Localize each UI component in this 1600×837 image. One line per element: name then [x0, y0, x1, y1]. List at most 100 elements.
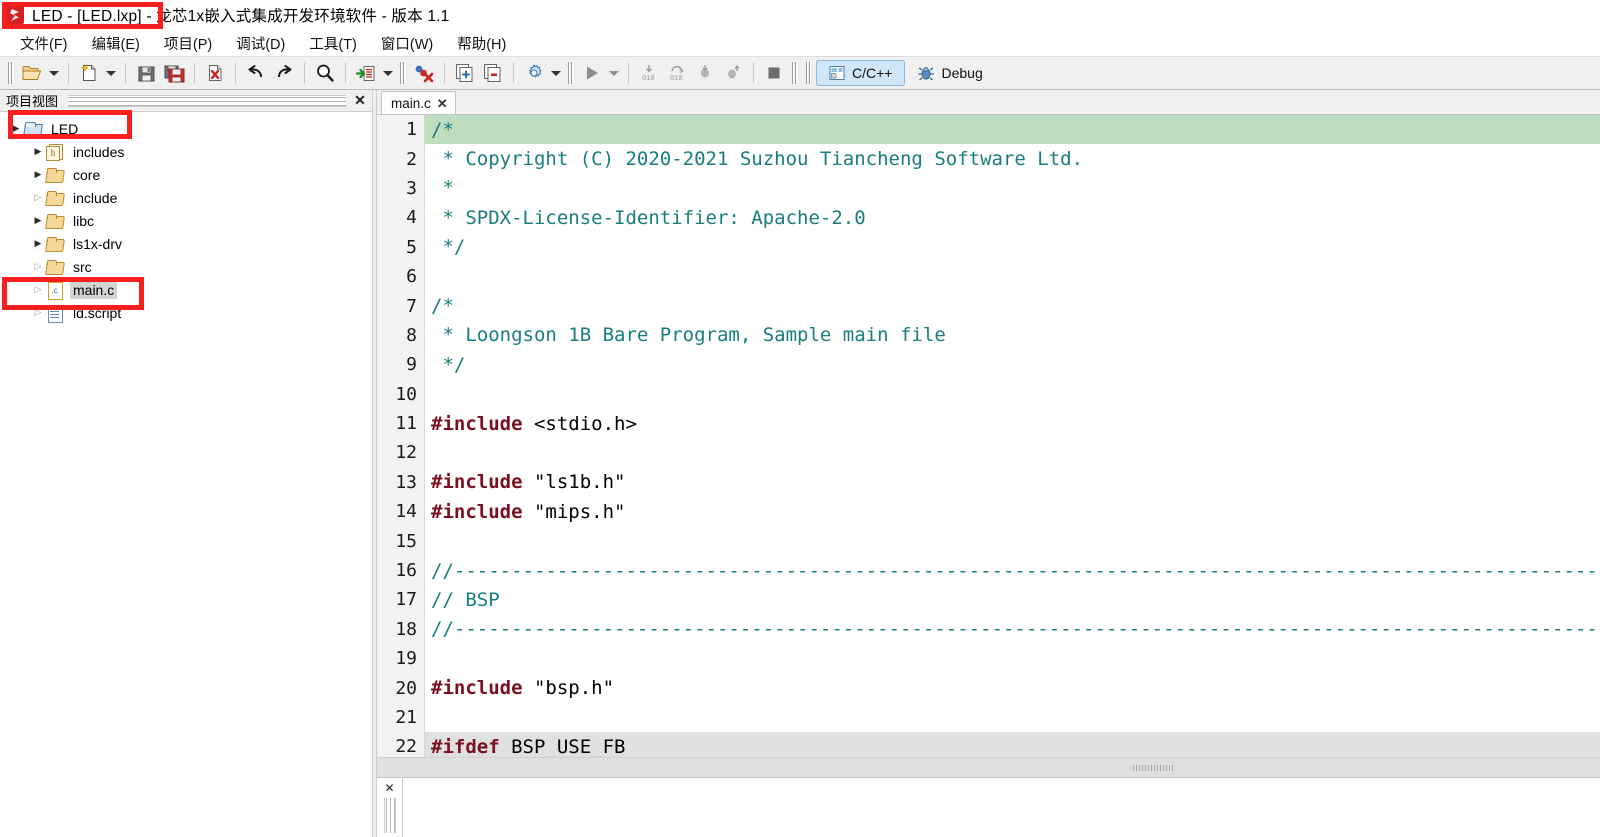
code-line[interactable]: 15 — [377, 526, 1600, 556]
save-icon[interactable] — [132, 60, 160, 86]
code-line-text[interactable] — [425, 644, 1600, 673]
code-line-text[interactable]: #ifdef BSP_USE_FB — [425, 732, 1600, 757]
code-line[interactable]: 4 * SPDX-License-Identifier: Apache-2.0 — [377, 203, 1600, 233]
code-line-text[interactable]: #include "bsp.h" — [425, 673, 1600, 702]
perspective-debug[interactable]: Debug — [905, 60, 994, 86]
console-panel-close-icon[interactable]: ✕ — [378, 778, 402, 798]
code-line[interactable]: 13 #include "ls1b.h" — [377, 467, 1600, 498]
run-icon[interactable] — [578, 60, 606, 86]
code-line[interactable]: 11 #include <stdio.h> — [377, 408, 1600, 439]
code-line[interactable]: 21 — [377, 702, 1600, 733]
new-file-dropdown-icon[interactable] — [103, 60, 119, 86]
step-into-icon[interactable]: 010 — [635, 60, 663, 86]
toolbar-grip[interactable] — [399, 62, 407, 84]
new-file-icon[interactable] — [75, 60, 103, 86]
tree-item-main-c[interactable]: ▷ main.c — [0, 278, 372, 301]
project-panel-close-icon[interactable]: ✕ — [352, 92, 368, 109]
step-over-icon[interactable]: 010 — [663, 60, 691, 86]
tree-item-core[interactable]: ▶ core — [0, 163, 372, 186]
redo-icon[interactable] — [270, 60, 298, 86]
code-line-text[interactable] — [425, 262, 1600, 291]
menu-tools[interactable]: 工具(T) — [297, 31, 369, 56]
code-editor[interactable]: 1 /* 2 * Copyright (C) 2020-2021 Suzhou Ti… — [377, 114, 1600, 777]
code-line[interactable]: 6 — [377, 261, 1600, 292]
expander-hollow-icon[interactable]: ▷ — [30, 278, 46, 301]
project-panel-drag-rails[interactable] — [68, 94, 346, 107]
code-line-text[interactable]: */ — [425, 350, 1600, 379]
code-line-text[interactable]: #include "ls1b.h" — [425, 468, 1600, 497]
import-dropdown-icon[interactable] — [380, 60, 396, 86]
code-line[interactable]: 3 * — [377, 173, 1600, 204]
expander-filled-icon[interactable]: ▶ — [8, 117, 24, 140]
code-line-text[interactable]: // BSP — [425, 585, 1600, 614]
editor-tab-close-icon[interactable]: ✕ — [437, 97, 448, 110]
import-icon[interactable] — [352, 60, 380, 86]
console-panel-drag-rails[interactable] — [383, 798, 396, 833]
code-line[interactable]: 19 — [377, 644, 1600, 674]
code-line-text[interactable]: /* — [425, 291, 1600, 320]
perspective-cpp[interactable]: c C/C++ — [816, 60, 906, 86]
tree-item-led[interactable]: ▶ LED — [0, 117, 372, 140]
expander-filled-icon[interactable]: ▶ — [30, 163, 46, 186]
tree-item-ld-script[interactable]: ▷ ld.script — [0, 301, 372, 324]
code-line-text[interactable]: * Loongson 1B Bare Program, Sample main … — [425, 321, 1600, 350]
code-line[interactable]: 16 //------------------------------------… — [377, 555, 1600, 586]
code-line[interactable]: 10 — [377, 379, 1600, 409]
toolbar-grip[interactable] — [567, 62, 575, 84]
code-line[interactable]: 5 */ — [377, 232, 1600, 262]
code-line[interactable]: 18 //------------------------------------… — [377, 614, 1600, 645]
remove-breakpoints-icon[interactable] — [410, 60, 438, 86]
code-line[interactable]: 8 * Loongson 1B Bare Program, Sample mai… — [377, 320, 1600, 351]
code-line[interactable]: 1 /* — [377, 115, 1600, 145]
code-line-text[interactable]: */ — [425, 233, 1600, 262]
project-tree[interactable]: ▶ LED ▶ includes ▶ core ▷ include ▶ libc ▶ ls1x-drv… — [0, 112, 372, 837]
code-line-text[interactable]: * Copyright (C) 2020-2021 Suzhou Tianche… — [425, 144, 1600, 173]
editor-horizontal-scrollbar[interactable] — [377, 757, 1600, 777]
menu-project[interactable]: 项目(P) — [152, 31, 224, 56]
toolbar-grip[interactable] — [7, 62, 15, 84]
remove-file-icon[interactable] — [479, 60, 507, 86]
code-line[interactable]: 20 #include "bsp.h" — [377, 673, 1600, 703]
menu-edit[interactable]: 编辑(E) — [80, 31, 152, 56]
tree-item-src[interactable]: ▷ src — [0, 255, 372, 278]
code-line-text[interactable] — [425, 380, 1600, 409]
add-file-icon[interactable] — [451, 60, 479, 86]
tree-item-includes[interactable]: ▶ includes — [0, 140, 372, 163]
open-folder-icon[interactable] — [18, 60, 46, 86]
step-out-icon[interactable] — [719, 60, 747, 86]
expander-filled-icon[interactable]: ▶ — [30, 232, 46, 255]
code-line-text[interactable]: /* — [425, 115, 1600, 145]
expander-hollow-icon[interactable]: ▷ — [30, 255, 46, 278]
code-line[interactable]: 17 // BSP — [377, 585, 1600, 615]
menu-help[interactable]: 帮助(H) — [445, 31, 518, 56]
delete-file-icon[interactable] — [201, 60, 229, 86]
editor-tab-main-c[interactable]: main.c ✕ — [381, 91, 456, 114]
menu-file[interactable]: 文件(F) — [8, 31, 80, 56]
code-line-text[interactable]: #include "mips.h" — [425, 497, 1600, 526]
code-line[interactable]: 14 #include "mips.h" — [377, 497, 1600, 527]
editor-scroll-grip[interactable] — [1133, 765, 1174, 771]
toolbar-grip[interactable] — [805, 62, 813, 84]
menu-debug[interactable]: 调试(D) — [224, 31, 297, 56]
expander-filled-icon[interactable]: ▶ — [30, 209, 46, 232]
save-all-icon[interactable] — [160, 60, 188, 86]
undo-icon[interactable] — [242, 60, 270, 86]
tree-item-libc[interactable]: ▶ libc — [0, 209, 372, 232]
step-return-icon[interactable] — [691, 60, 719, 86]
run-dropdown-icon[interactable] — [606, 60, 622, 86]
code-line[interactable]: 2 * Copyright (C) 2020-2021 Suzhou Tianc… — [377, 144, 1600, 174]
toolbar-grip[interactable] — [791, 62, 799, 84]
open-folder-dropdown-icon[interactable] — [46, 60, 62, 86]
code-line-text[interactable] — [425, 703, 1600, 732]
code-line-text[interactable]: //--------------------------------------… — [425, 556, 1600, 585]
code-line-text[interactable] — [425, 526, 1600, 555]
code-line-text[interactable]: * SPDX-License-Identifier: Apache-2.0 — [425, 203, 1600, 232]
build-gear-icon[interactable] — [520, 60, 548, 86]
code-line-text[interactable]: //--------------------------------------… — [425, 615, 1600, 644]
expander-hollow-icon[interactable]: ▷ — [30, 301, 46, 324]
code-line[interactable]: 22 #ifdef BSP_USE_FB — [377, 732, 1600, 757]
expander-hollow-icon[interactable]: ▷ — [30, 186, 46, 209]
code-line-text[interactable] — [425, 438, 1600, 467]
code-line[interactable]: 9 */ — [377, 350, 1600, 380]
code-line[interactable]: 7 /* — [377, 291, 1600, 321]
